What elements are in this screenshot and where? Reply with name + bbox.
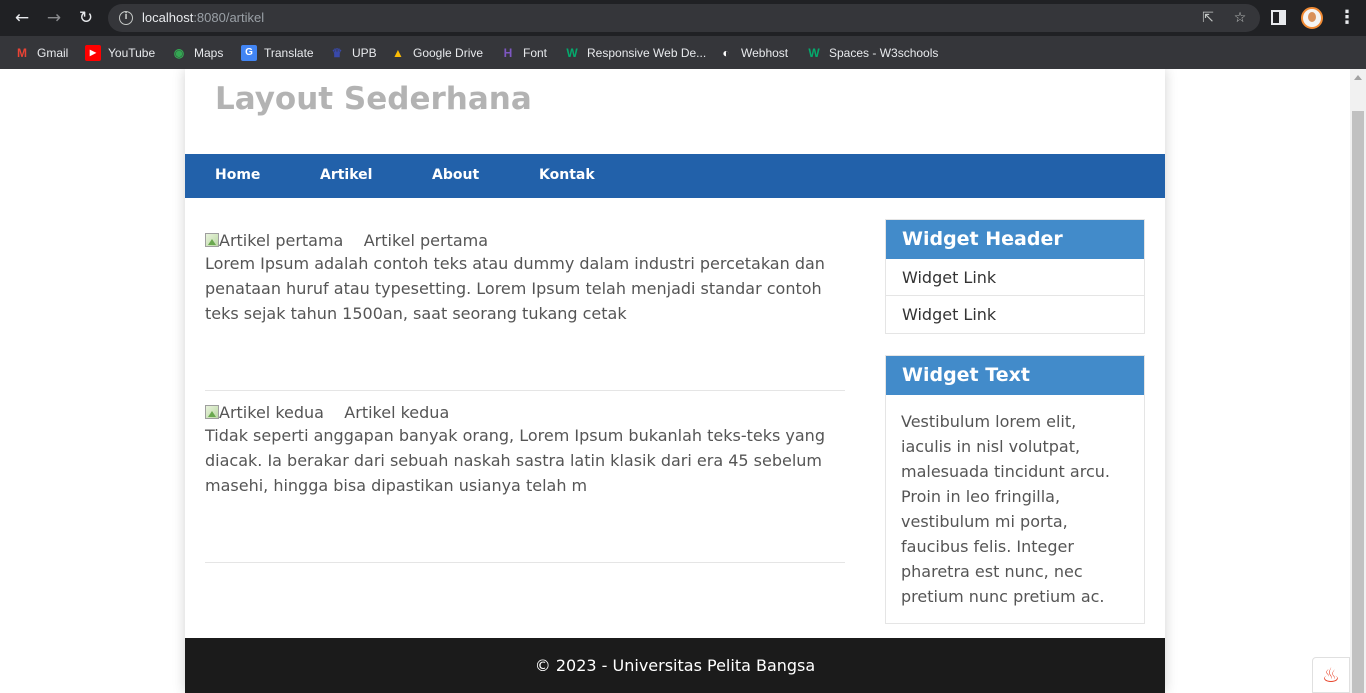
article-title[interactable]: Artikel kedua: [344, 403, 449, 422]
bookmark-translate[interactable]: G Translate: [241, 43, 314, 63]
browser-toolbar: ← → ↻ i localhost:8080/artikel ⇱ ☆ ⋮: [0, 0, 1366, 36]
bookmark-maps[interactable]: ◉ Maps: [171, 43, 224, 63]
gmail-icon: M: [17, 46, 27, 60]
scroll-up-arrow-icon[interactable]: [1354, 75, 1362, 80]
bookmarks-bar: M Gmail ▶ YouTube ◉ Maps G Translate ♛ UPB ▲ G…: [0, 36, 1366, 69]
article-heading: Artikel pertama Artikel pertama: [205, 231, 488, 250]
nav-link-home[interactable]: Home: [215, 167, 260, 183]
article-excerpt: Lorem Ipsum adalah contoh teks atau dumm…: [205, 254, 825, 323]
bookmark-star-icon[interactable]: ☆: [1231, 9, 1249, 27]
kebab-menu-icon[interactable]: ⋮: [1338, 6, 1356, 30]
bookmark-google-drive[interactable]: ▲ Google Drive: [390, 43, 483, 63]
bookmark-label: Gmail: [37, 46, 69, 60]
bookmark-label: UPB: [352, 46, 377, 60]
youtube-icon: ▶: [85, 45, 101, 61]
bookmark-label: YouTube: [108, 46, 156, 60]
bookmark-label: Font: [523, 46, 548, 60]
fire-icon[interactable]: ♨: [1312, 657, 1350, 693]
bookmark-label: Responsive Web De...: [587, 46, 707, 60]
profile-avatar[interactable]: [1301, 7, 1323, 29]
forward-arrow-icon[interactable]: →: [42, 6, 66, 30]
nav-link-about[interactable]: About: [432, 167, 479, 183]
page-viewport: Layout Sederhana Home Artikel About Kont…: [0, 69, 1350, 693]
bookmark-label: Spaces - W3schools: [829, 46, 939, 60]
bookmark-spaces-w3schools[interactable]: W Spaces - W3schools: [806, 43, 938, 63]
address-url[interactable]: localhost:8080/artikel: [142, 10, 264, 25]
share-icon[interactable]: ⇱: [1199, 9, 1217, 27]
site-title: Layout Sederhana: [215, 81, 532, 117]
widget-link[interactable]: Widget Link: [886, 296, 1144, 333]
upb-icon: ♛: [331, 46, 343, 60]
article-title[interactable]: Artikel pertama: [364, 231, 488, 250]
maps-icon: ◉: [173, 46, 185, 60]
article-item: Artikel kedua Artikel kedua Tidak sepert…: [205, 391, 845, 563]
article-item: Artikel pertama Artikel pertama Lorem Ip…: [205, 219, 845, 391]
bookmark-font[interactable]: H Font: [500, 43, 547, 63]
info-icon[interactable]: i: [119, 11, 133, 25]
broken-image-icon: [205, 405, 219, 419]
main-nav: Home Artikel About Kontak: [185, 154, 1165, 198]
bookmark-upb[interactable]: ♛ UPB: [329, 43, 377, 63]
article-list: Artikel pertama Artikel pertama Lorem Ip…: [205, 219, 845, 563]
side-panel-icon[interactable]: [1271, 10, 1286, 25]
address-bar[interactable]: i localhost:8080/artikel ⇱ ☆: [108, 4, 1260, 32]
bookmark-webhost[interactable]: ◐ Webhost: [718, 43, 788, 63]
article-excerpt: Tidak seperti anggapan banyak orang, Lor…: [205, 426, 825, 495]
font-icon: H: [503, 46, 513, 60]
widget-header: Widget Header: [886, 220, 1144, 259]
bookmark-label: Google Drive: [413, 46, 484, 60]
page-footer: © 2023 - Universitas Pelita Bangsa: [185, 638, 1165, 693]
bookmark-gmail[interactable]: M Gmail: [14, 43, 68, 63]
scrollbar-thumb[interactable]: [1352, 111, 1364, 693]
bookmark-responsive-web[interactable]: W Responsive Web De...: [564, 43, 706, 63]
widget-links: Widget Header Widget Link Widget Link: [885, 219, 1145, 334]
broken-image-icon: [205, 233, 219, 247]
translate-icon: G: [241, 45, 257, 61]
url-path: :8080/artikel: [193, 10, 265, 25]
w3schools-icon: W: [808, 46, 820, 60]
widget-link[interactable]: Widget Link: [886, 259, 1144, 296]
widget-header: Widget Text: [886, 356, 1144, 395]
vertical-scrollbar[interactable]: [1350, 69, 1366, 693]
bookmark-youtube[interactable]: ▶ YouTube: [85, 43, 155, 63]
sidebar: Widget Header Widget Link Widget Link Wi…: [885, 219, 1145, 645]
webhost-icon: ◐: [722, 46, 730, 60]
back-arrow-icon[interactable]: ←: [10, 6, 34, 30]
widget-text: Widget Text Vestibulum lorem elit, iacul…: [885, 355, 1145, 624]
article-image-alt: Artikel kedua: [219, 403, 324, 422]
bookmark-label: Webhost: [741, 46, 789, 60]
url-host: localhost: [142, 10, 194, 25]
browser-chrome: ← → ↻ i localhost:8080/artikel ⇱ ☆ ⋮ M Gm…: [0, 0, 1366, 69]
page-container: Layout Sederhana Home Artikel About Kont…: [185, 69, 1165, 693]
article-image-alt: Artikel pertama: [219, 231, 344, 250]
nav-link-kontak[interactable]: Kontak: [539, 167, 595, 183]
reload-icon[interactable]: ↻: [74, 6, 98, 30]
bookmark-label: Maps: [194, 46, 224, 60]
drive-icon: ▲: [392, 46, 404, 60]
widget-body-text: Vestibulum lorem elit, iaculis in nisl v…: [901, 412, 1110, 606]
w3schools-icon: W: [566, 46, 578, 60]
nav-link-artikel[interactable]: Artikel: [320, 167, 372, 183]
article-heading: Artikel kedua Artikel kedua: [205, 403, 449, 422]
bookmark-label: Translate: [264, 46, 314, 60]
